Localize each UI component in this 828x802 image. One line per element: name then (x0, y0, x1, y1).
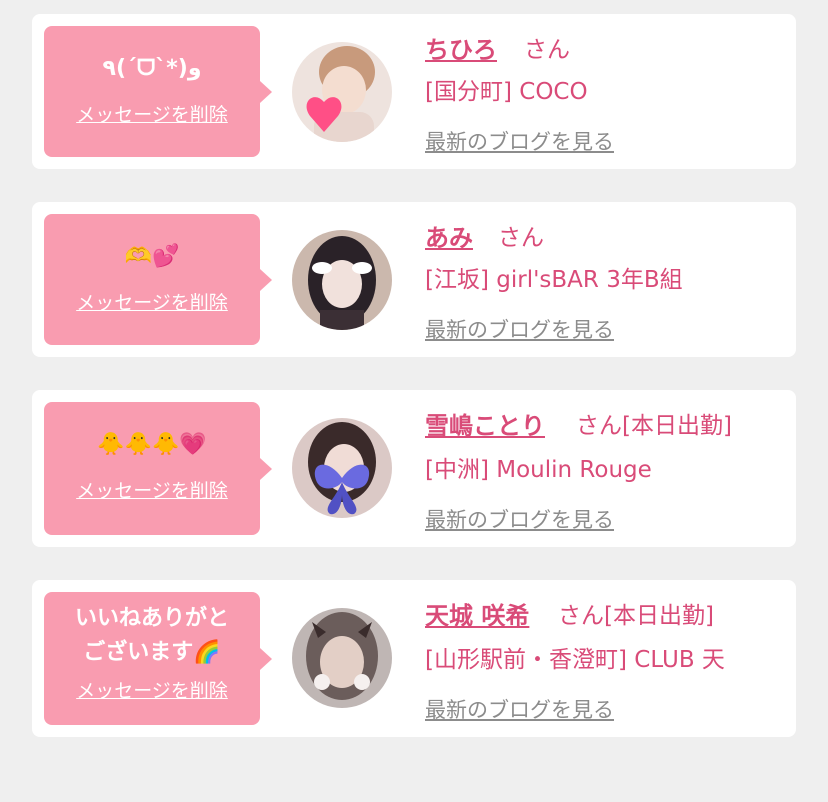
message-card: 🐥🐥🐥💗 メッセージを削除 雪嶋ことり さん[本日出勤] [中洲] Moulin… (32, 390, 796, 547)
avatar[interactable] (292, 608, 392, 708)
latest-blog-link[interactable]: 最新のブログを見る (425, 694, 614, 724)
avatar-image (292, 42, 392, 142)
message-card: 🫶💕 メッセージを削除 あみ さん [江坂] girl'sBAR 3年B組 最新… (32, 202, 796, 357)
message-bubble: 🐥🐥🐥💗 メッセージを削除 (44, 402, 272, 535)
name-suffix: さん (498, 225, 544, 251)
name-suffix: さん[本日出勤] (576, 413, 732, 439)
cast-name-link[interactable]: 天城 咲希 (425, 596, 529, 631)
avatar-image (292, 418, 392, 518)
avatar[interactable] (292, 418, 392, 518)
message-list: ٩(ˊᗜˋ*)و メッセージを削除 ちひろ さん [国分町] COCO 最新のブ… (0, 0, 828, 802)
latest-blog-link[interactable]: 最新のブログを見る (425, 314, 614, 344)
cast-name-link[interactable]: 雪嶋ことり (425, 406, 545, 441)
message-text: いいねありがとございます🌈 (74, 606, 229, 665)
name-suffix: さん[本日出勤] (558, 603, 714, 629)
avatar-image (292, 230, 392, 330)
delete-message-link[interactable]: メッセージを削除 (76, 288, 228, 315)
message-bubble: 🫶💕 メッセージを削除 (44, 214, 272, 345)
delete-message-link[interactable]: メッセージを削除 (76, 476, 228, 503)
delete-message-link[interactable]: メッセージを削除 (76, 676, 228, 703)
message-bubble: いいねありがとございます🌈 メッセージを削除 (44, 592, 272, 725)
message-card: いいねありがとございます🌈 メッセージを削除 天城 咲希 さん[本日出勤] [山… (32, 580, 796, 737)
cast-name-link[interactable]: ちひろ (425, 30, 497, 65)
message-text: 🫶💕 (124, 244, 180, 269)
shop-label: [江坂] girl'sBAR 3年B組 (425, 267, 683, 293)
delete-message-link[interactable]: メッセージを削除 (76, 100, 228, 127)
shop-label: [国分町] COCO (425, 79, 588, 105)
avatar-image (292, 608, 392, 708)
cast-name-link[interactable]: あみ (425, 218, 473, 253)
message-text: 🐥🐥🐥💗 (97, 432, 207, 457)
message-text: ٩(ˊᗜˋ*)و (102, 56, 202, 81)
name-suffix: さん (524, 37, 570, 63)
message-bubble: ٩(ˊᗜˋ*)و メッセージを削除 (44, 26, 272, 157)
shop-label: [中洲] Moulin Rouge (425, 457, 652, 483)
avatar[interactable] (292, 230, 392, 330)
latest-blog-link[interactable]: 最新のブログを見る (425, 126, 614, 156)
avatar[interactable] (292, 42, 392, 142)
latest-blog-link[interactable]: 最新のブログを見る (425, 504, 614, 534)
shop-label: [山形駅前・香澄町] CLUB 天 (425, 647, 725, 673)
message-card: ٩(ˊᗜˋ*)و メッセージを削除 ちひろ さん [国分町] COCO 最新のブ… (32, 14, 796, 169)
